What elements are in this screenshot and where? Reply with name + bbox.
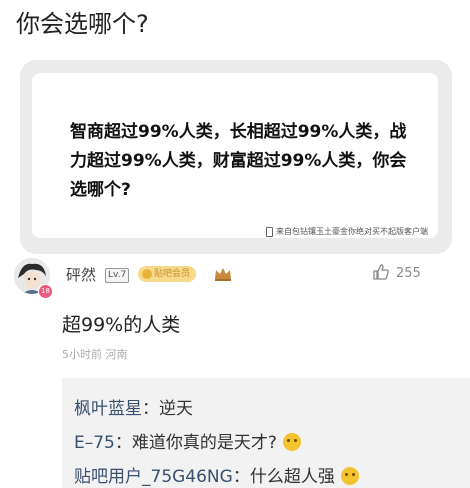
reply-separator: ： [142, 399, 159, 419]
cry-laugh-emoji-icon [340, 467, 359, 485]
reply-text: 逆天 [159, 399, 193, 419]
level-badge: Lv.7 [105, 268, 130, 283]
comment-text: 超99%的人类 [62, 314, 181, 336]
comment-username[interactable]: 砰然 [66, 264, 96, 285]
reply-item[interactable]: 枫叶蓝星：逆天 [74, 394, 193, 419]
thumbs-up-icon[interactable] [372, 263, 390, 281]
reply-item[interactable]: 贴吧用户_75G46NG：什么超人强 [74, 462, 359, 487]
member-badge-label: 贴吧会员 [154, 269, 191, 279]
member-icon [142, 269, 152, 279]
like-count: 255 [396, 266, 421, 281]
quote-card-text: 智商超过99%人类，长相超过99%人类，战力超过99%人类，财富超过99%人类，… [70, 122, 407, 200]
reply-text: 什么超人强 [249, 467, 335, 487]
comment-meta: 5小时前 河南 [62, 348, 128, 361]
reply-username[interactable]: 贴吧用户_75G46NG [74, 467, 233, 487]
reply-username[interactable]: E–75 [74, 433, 115, 453]
reply-separator: ： [232, 467, 250, 487]
member-badge[interactable]: 贴吧会员 [138, 266, 197, 282]
post-question: 你会选哪个? [16, 10, 149, 38]
avatar-badge: 18 [38, 284, 53, 299]
crown-icon [215, 268, 231, 281]
reply-separator: ： [114, 433, 132, 453]
quote-card-footer: 来自包钻镶玉土豪金你绝对买不起版客户端 [266, 226, 428, 237]
reply-username[interactable]: 枫叶蓝星 [74, 399, 142, 419]
reply-item[interactable]: E–75：难道你真的是天才? [74, 428, 301, 453]
reply-text: 难道你真的是天才? [131, 433, 277, 453]
client-source-label: 来自包钻镶玉土豪金你绝对买不起版客户端 [276, 227, 428, 236]
cry-laugh-emoji-icon [282, 433, 301, 451]
phone-icon [266, 226, 273, 237]
